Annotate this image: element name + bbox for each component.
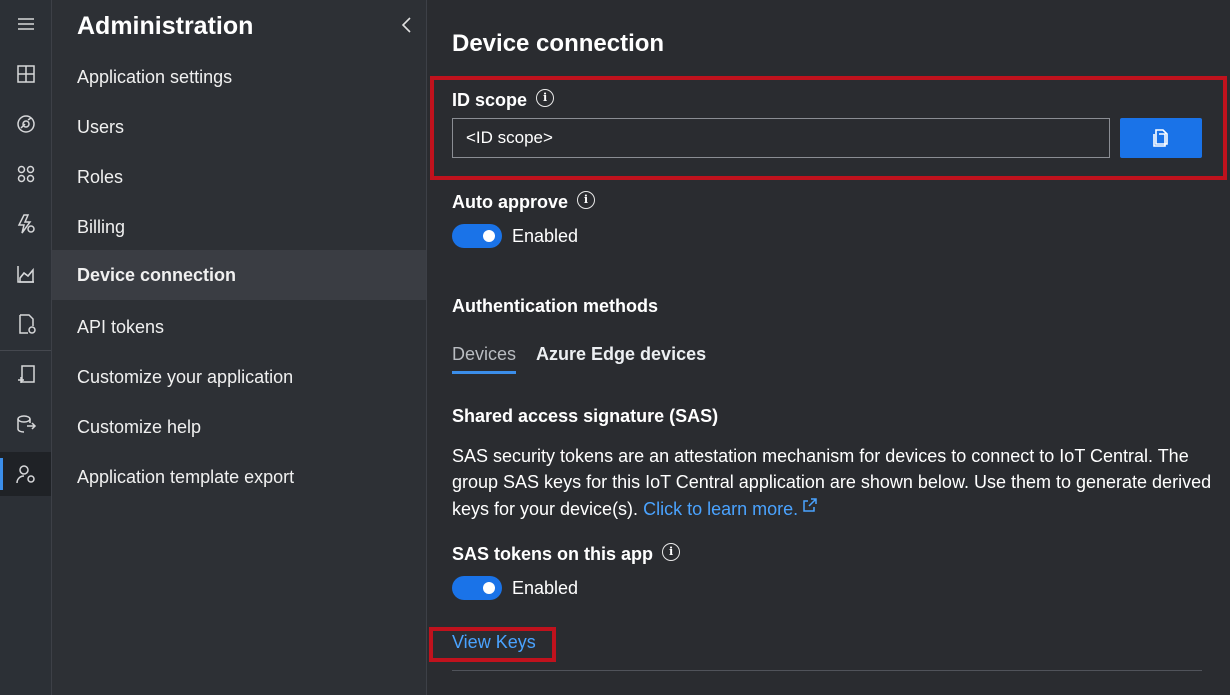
auto-approve-status: Enabled <box>512 225 579 246</box>
tab-devices[interactable]: Devices <box>452 344 517 374</box>
nav-item-customize-help[interactable]: Customize help <box>52 402 426 452</box>
view-keys-highlight-box <box>429 627 556 662</box>
sas-tokens-toggle-row: Enabled <box>452 576 578 600</box>
analytics-icon[interactable] <box>0 252 51 296</box>
page-title: Device connection <box>452 30 665 57</box>
chevron-left-icon[interactable] <box>398 14 416 36</box>
section-divider <box>452 670 1202 671</box>
info-icon[interactable]: i <box>577 190 596 209</box>
external-link-icon[interactable] <box>802 495 818 512</box>
rail-divider <box>0 350 51 351</box>
left-rail <box>0 0 52 695</box>
sas-tokens-toggle[interactable] <box>452 576 502 600</box>
data-export-icon[interactable] <box>0 402 51 446</box>
tab-azure-edge-devices[interactable]: Azure Edge devices <box>536 344 706 374</box>
admin-nav-panel: Administration Application settings User… <box>52 0 427 695</box>
sas-tokens-label-row: SAS tokens on this app i <box>452 542 681 565</box>
info-icon[interactable]: i <box>662 542 681 561</box>
nav-item-users[interactable]: Users <box>52 102 426 152</box>
devices-icon[interactable] <box>0 102 51 146</box>
sas-tokens-label: SAS tokens on this app <box>452 544 654 564</box>
auto-approve-label-row: Auto approve i <box>452 190 596 213</box>
sas-description: SAS security tokens are an attestation m… <box>452 444 1212 523</box>
learn-more-link[interactable]: Click to learn more. <box>643 499 798 519</box>
dashboard-icon[interactable] <box>0 52 51 96</box>
nav-item-api-tokens[interactable]: API tokens <box>52 302 426 352</box>
nav-item-billing[interactable]: Billing <box>52 202 426 252</box>
sas-heading: Shared access signature (SAS) <box>452 406 719 426</box>
id-scope-highlight-box <box>430 76 1227 180</box>
auth-methods-heading: Authentication methods <box>452 296 658 316</box>
nav-item-application-settings[interactable]: Application settings <box>52 52 426 102</box>
menu-icon[interactable] <box>0 2 51 46</box>
main-content: Device connection ID scope i Auto approv… <box>428 0 1230 695</box>
nav-item-template-export[interactable]: Application template export <box>52 452 426 502</box>
auto-approve-label: Auto approve <box>452 192 569 212</box>
sas-tokens-status: Enabled <box>512 577 579 598</box>
rules-icon[interactable] <box>0 202 51 246</box>
auto-approve-toggle[interactable] <box>452 224 502 248</box>
auto-approve-toggle-row: Enabled <box>452 224 578 248</box>
sas-description-text: SAS security tokens are an attestation m… <box>452 446 1212 519</box>
nav-item-roles[interactable]: Roles <box>52 152 426 202</box>
device-groups-icon[interactable] <box>0 152 51 196</box>
nav-item-customize-application[interactable]: Customize your application <box>52 352 426 402</box>
device-templates-icon[interactable] <box>0 352 51 396</box>
nav-title: Administration <box>77 12 254 40</box>
jobs-icon[interactable] <box>0 302 51 346</box>
administration-icon[interactable] <box>0 452 51 496</box>
auth-tabs: Devices Azure Edge devices <box>452 344 726 374</box>
nav-item-device-connection[interactable]: Device connection <box>52 250 426 300</box>
